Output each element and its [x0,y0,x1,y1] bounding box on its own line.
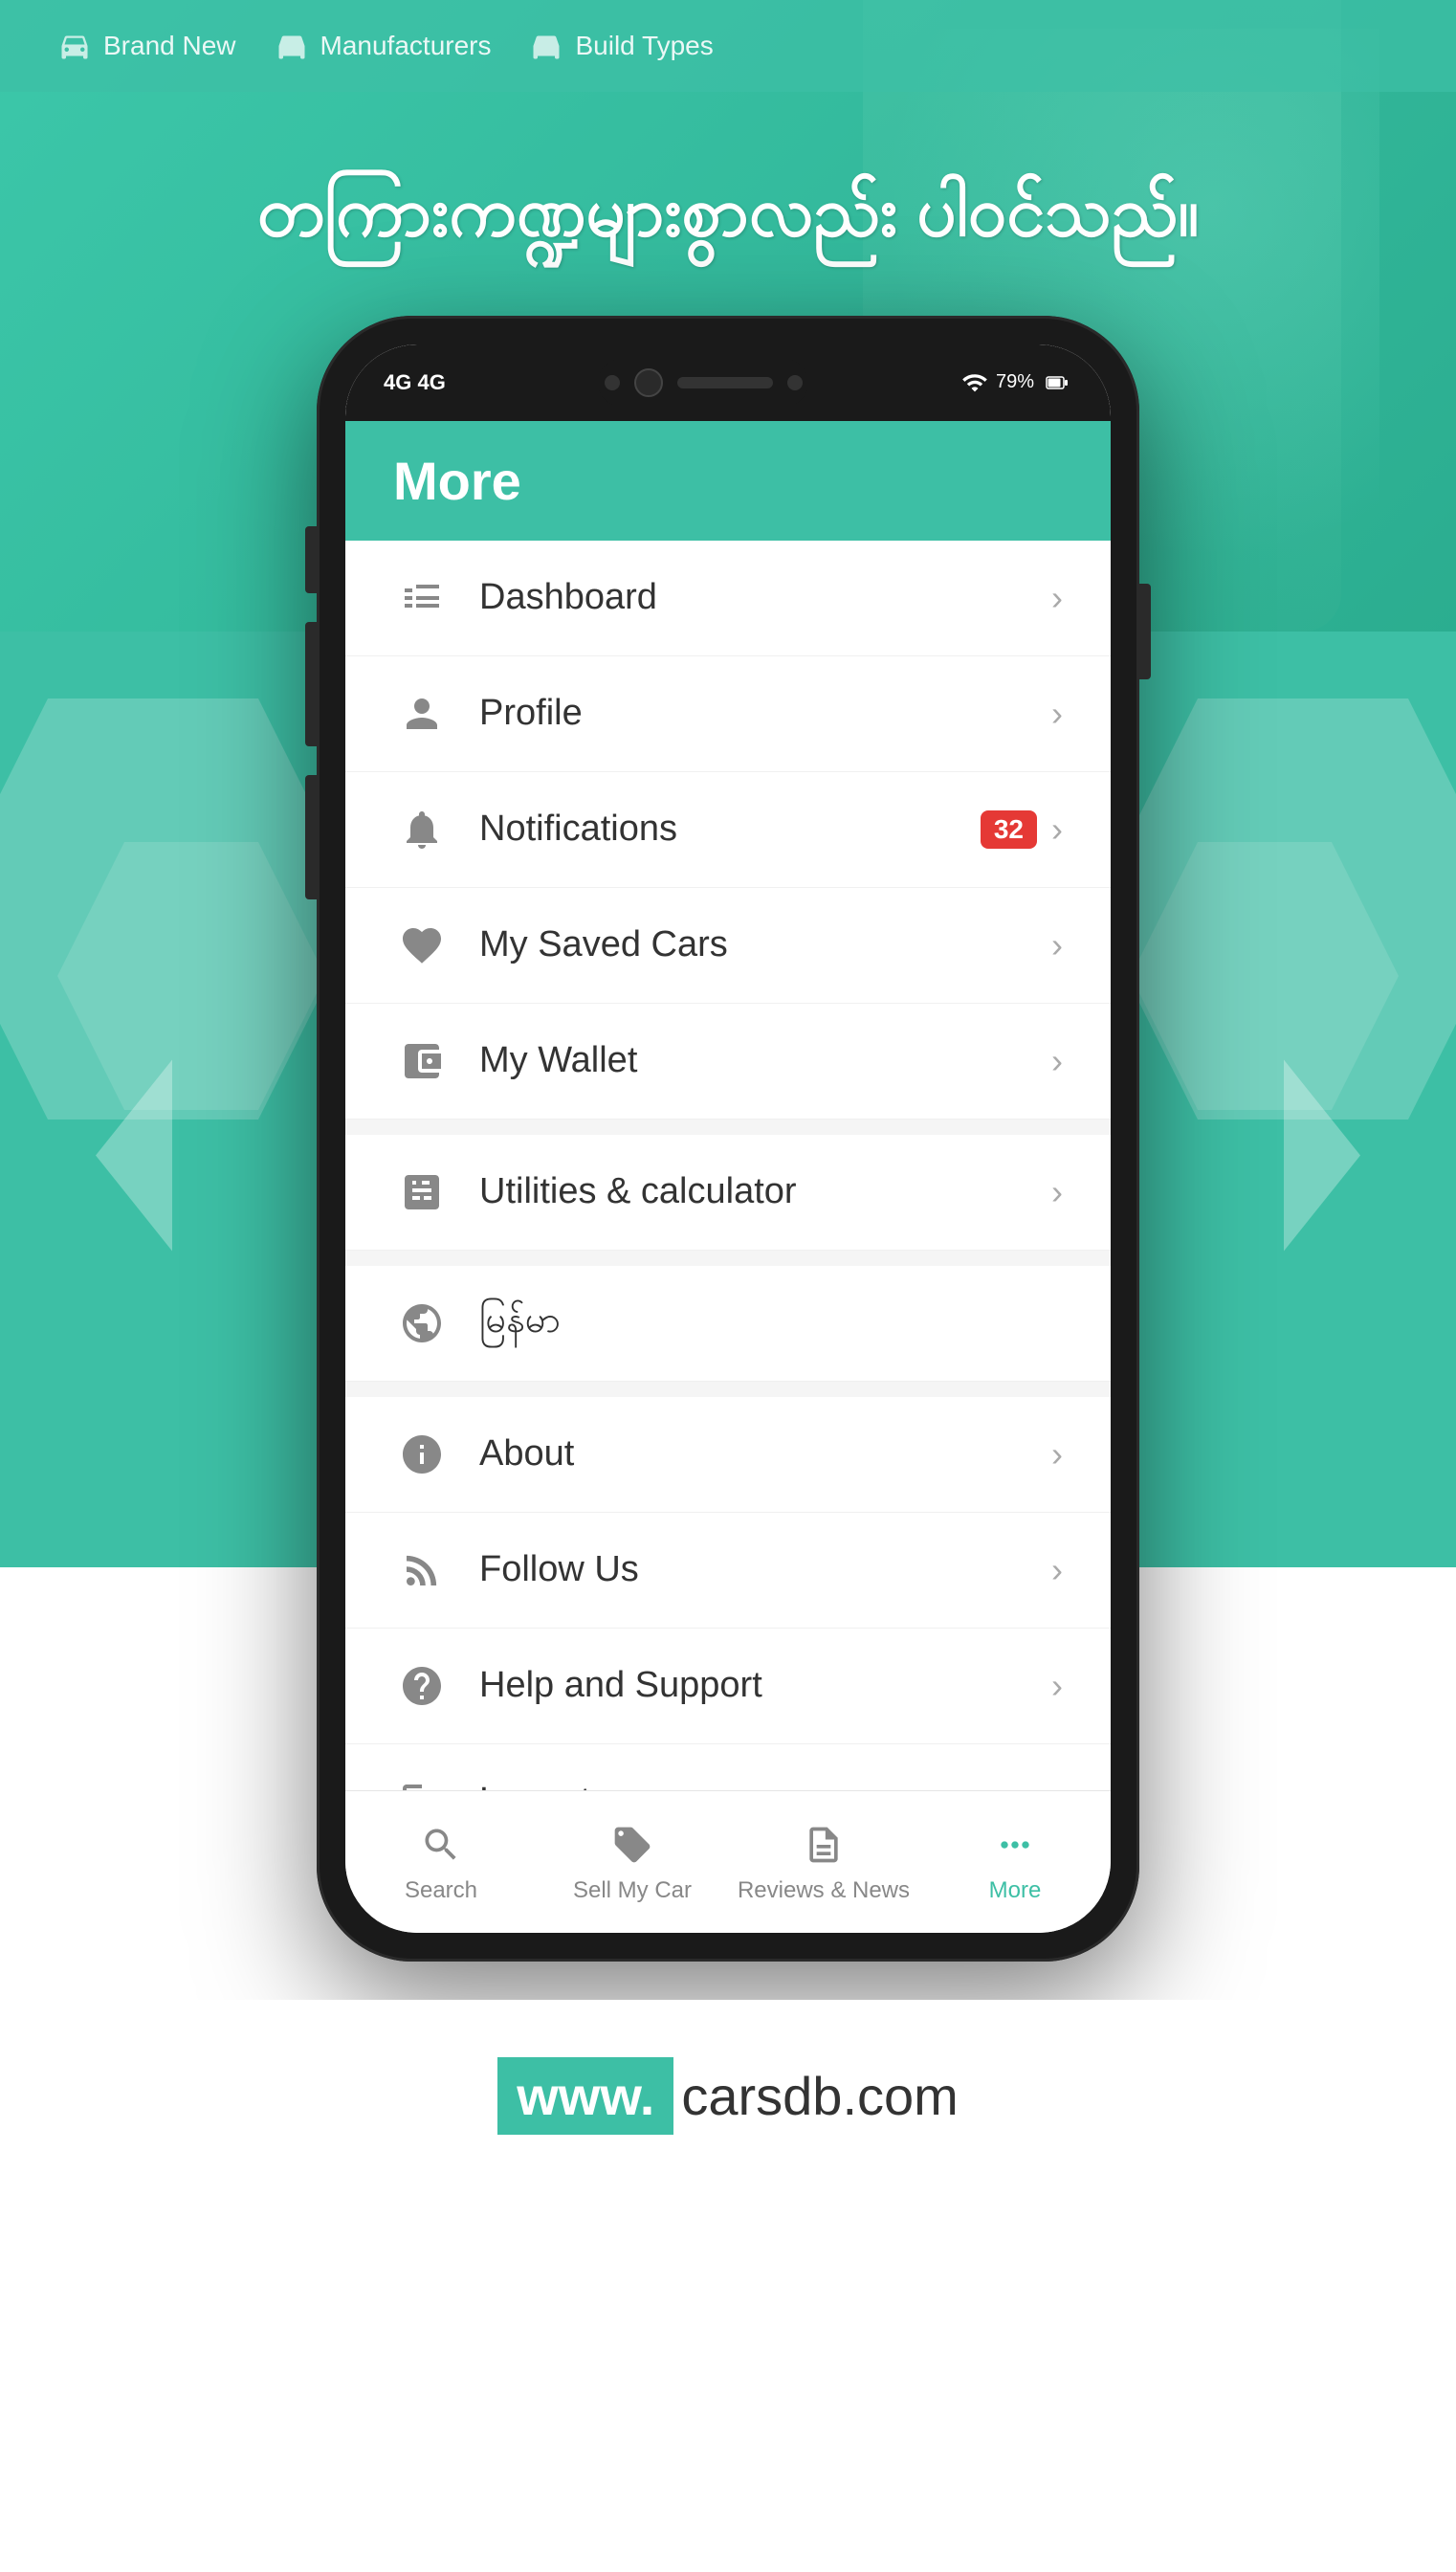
tab-more[interactable]: More [919,1810,1111,1914]
nav-item-manufacturers[interactable]: Manufacturers [275,29,492,63]
profile-icon [393,685,451,743]
wallet-icon [393,1032,451,1090]
menu-item-utilities[interactable]: Utilities & calculator › [345,1135,1111,1251]
tab-reviews-news[interactable]: Reviews & News [728,1810,919,1914]
menu-list: Dashboard › Profile › [345,541,1111,1790]
nav-brand-new-label: Brand New [103,31,236,61]
bell-icon [393,801,451,858]
sell-tab-label: Sell My Car [573,1877,692,1904]
notch-dot-1 [605,375,620,390]
website-url: www. carsdb.com [497,2057,959,2135]
menu-item-dashboard[interactable]: Dashboard › [345,541,1111,656]
saved-cars-chevron: › [1051,925,1063,965]
search-tab-icon [416,1820,466,1870]
menu-divider-3 [345,1382,1111,1397]
menu-divider-2 [345,1251,1111,1266]
status-bar: 4G 4G 79% [345,344,1111,421]
notifications-label: Notifications [479,809,981,850]
reviews-tab-label: Reviews & News [738,1877,910,1904]
menu-item-profile[interactable]: Profile › [345,656,1111,772]
profile-label: Profile [479,693,1051,734]
logout-label: Logout [479,1781,1051,1790]
logout-chevron: › [1051,1782,1063,1790]
menu-item-notifications[interactable]: Notifications 32 › [345,772,1111,888]
menu-item-follow-us[interactable]: Follow Us › [345,1513,1111,1629]
wallet-label: My Wallet [479,1040,1051,1081]
app-title: More [393,451,521,511]
left-decoration [96,964,172,1351]
right-decoration [1284,964,1360,1351]
tag-tab-icon [607,1820,657,1870]
app-header: More [345,421,1111,541]
info-icon [393,1426,451,1483]
more-tab-icon [990,1820,1040,1870]
tab-sell-my-car[interactable]: Sell My Car [537,1810,728,1914]
rss-icon [393,1541,451,1599]
logout-icon [393,1773,451,1790]
menu-item-wallet[interactable]: My Wallet › [345,1004,1111,1120]
camera [634,368,663,397]
website-footer: www. carsdb.com [0,2000,1456,2211]
menu-item-help-support[interactable]: Help and Support › [345,1629,1111,1744]
phone-screen: 4G 4G 79% [345,344,1111,1933]
url-www-label: www. [497,2057,673,2135]
language-label: မြန်မာ [479,1297,1063,1350]
app-content: More Dashboard › [345,421,1111,1933]
help-icon [393,1657,451,1715]
speaker [677,377,773,388]
volume-up-button [305,526,317,593]
battery-percentage: 79% [996,371,1034,393]
notch-dot-2 [787,375,803,390]
menu-divider-1 [345,1120,1111,1135]
nav-item-build-types[interactable]: Build Types [529,29,713,63]
dashboard-chevron: › [1051,578,1063,618]
hero-text: တကြားကဏ္ဍများစွာလည်း ပါဝင်သည်။ [0,92,1456,316]
menu-item-saved-cars[interactable]: My Saved Cars › [345,888,1111,1004]
saved-cars-label: My Saved Cars [479,924,1051,965]
utilities-label: Utilities & calculator [479,1171,1051,1212]
notch [598,359,808,407]
search-tab-label: Search [405,1877,477,1904]
menu-item-about[interactable]: About › [345,1397,1111,1513]
top-nav: Brand New Manufacturers Build Types [0,0,1456,92]
reviews-tab-icon [799,1820,849,1870]
bottom-tab-bar: Search Sell My Car [345,1790,1111,1933]
battery-status: 79% [961,369,1072,396]
nav-manufacturers-label: Manufacturers [320,31,492,61]
calculator-icon [393,1164,451,1221]
heart-icon [393,917,451,974]
globe-icon [393,1295,451,1352]
notifications-chevron: › [1051,809,1063,850]
about-label: About [479,1433,1051,1474]
nav-build-types-label: Build Types [575,31,713,61]
menu-item-language[interactable]: မြန်မာ [345,1266,1111,1382]
profile-chevron: › [1051,694,1063,734]
utilities-chevron: › [1051,1172,1063,1212]
help-support-chevron: › [1051,1666,1063,1706]
nav-item-brand-new[interactable]: Brand New [57,29,236,63]
more-tab-label: More [989,1877,1042,1904]
follow-us-chevron: › [1051,1550,1063,1590]
menu-item-logout[interactable]: Logout › [345,1744,1111,1790]
url-domain-label: carsdb.com [681,2065,958,2127]
notifications-badge: 32 [981,810,1037,849]
follow-us-label: Follow Us [479,1549,1051,1590]
power-button [1139,584,1151,679]
about-chevron: › [1051,1434,1063,1474]
signal-status: 4G 4G [384,370,446,395]
wallet-chevron: › [1051,1041,1063,1081]
volume-down-button [305,622,317,746]
phone-mockup: 4G 4G 79% [317,316,1139,1962]
tab-search[interactable]: Search [345,1810,537,1914]
dashboard-label: Dashboard [479,577,1051,618]
silent-button [305,775,317,899]
dashboard-icon [393,569,451,627]
help-support-label: Help and Support [479,1665,1051,1706]
